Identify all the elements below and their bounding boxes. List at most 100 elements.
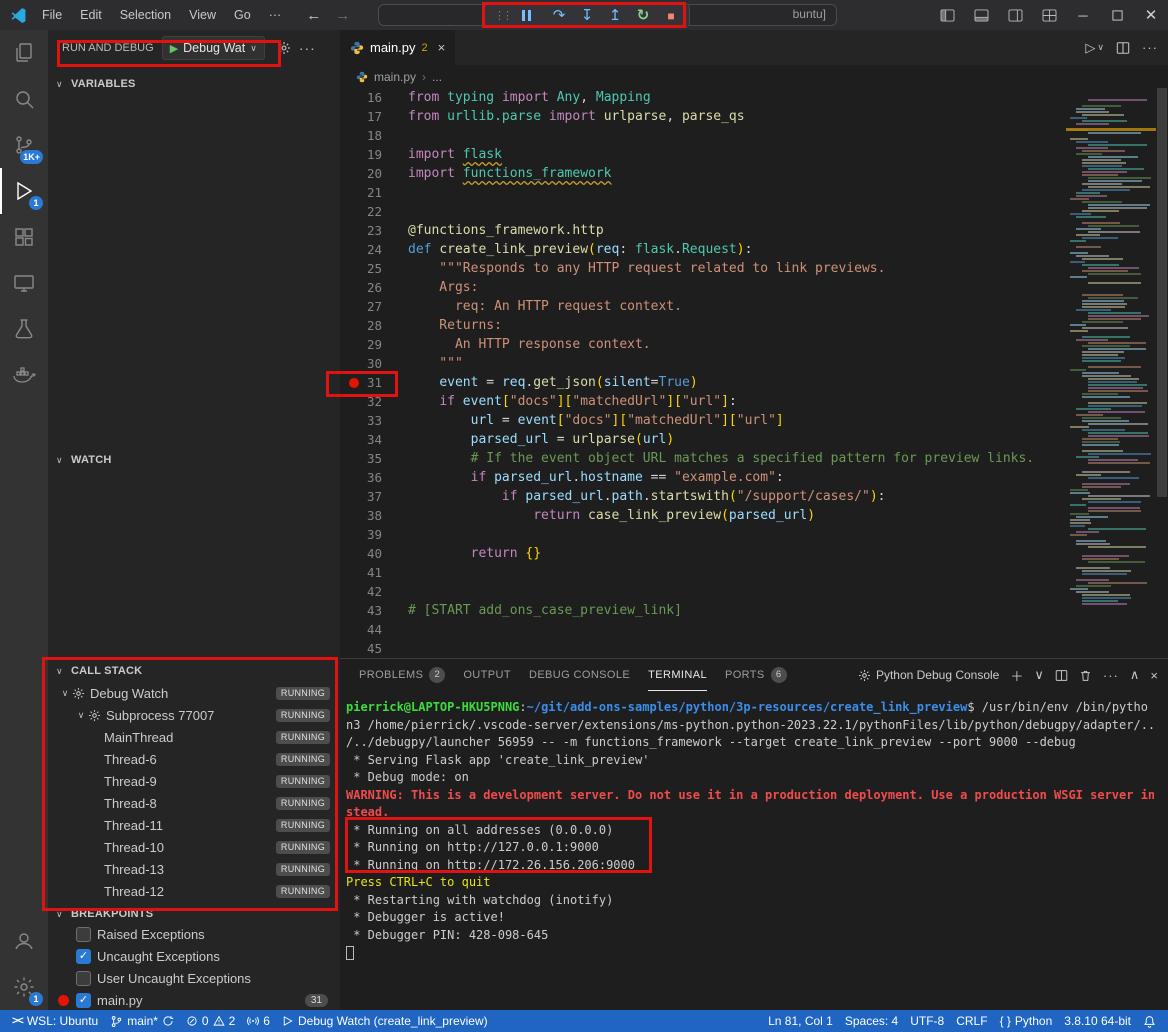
- activity-docker[interactable]: [0, 352, 48, 398]
- code-text[interactable]: """: [408, 354, 463, 373]
- restart-icon[interactable]: ↻: [634, 5, 652, 27]
- gutter[interactable]: 27: [340, 297, 408, 316]
- checkbox[interactable]: [76, 971, 91, 986]
- gutter[interactable]: 29: [340, 335, 408, 354]
- split-editor-icon[interactable]: [1116, 41, 1130, 55]
- gutter[interactable]: 24: [340, 240, 408, 259]
- terminal-output[interactable]: pierrick@LAPTOP-HKU5PNNG:~/git/add-ons-s…: [346, 699, 1154, 1010]
- chevron-down-icon[interactable]: ∨: [74, 710, 88, 721]
- call-stack-row[interactable]: Thread-10RUNNING: [48, 836, 340, 858]
- call-stack-row[interactable]: Thread-9RUNNING: [48, 770, 340, 792]
- breadcrumb-file[interactable]: main.py: [374, 70, 416, 84]
- gutter[interactable]: 43: [340, 601, 408, 620]
- gutter[interactable]: 41: [340, 563, 408, 582]
- maximize-panel-icon[interactable]: ∧: [1130, 667, 1140, 683]
- gutter[interactable]: 37: [340, 487, 408, 506]
- call-stack-row[interactable]: MainThreadRUNNING: [48, 726, 340, 748]
- gutter[interactable]: 25: [340, 259, 408, 278]
- cursor-position[interactable]: Ln 81, Col 1: [762, 1010, 839, 1032]
- code-text[interactable]: parsed_url = urlparse(url): [408, 430, 674, 449]
- python-interpreter[interactable]: 3.8.10 64-bit: [1058, 1010, 1137, 1032]
- problems-indicator[interactable]: 0 2: [180, 1010, 241, 1032]
- breakpoint-row[interactable]: ✓main.py31: [48, 989, 340, 1010]
- gutter[interactable]: 28: [340, 316, 408, 335]
- split-terminal-icon[interactable]: [1055, 669, 1068, 682]
- menu-item-go[interactable]: Go: [225, 0, 260, 30]
- pause-icon[interactable]: [522, 5, 540, 27]
- panel-tab-ports[interactable]: PORTS6: [725, 660, 787, 691]
- call-stack-row[interactable]: Thread-11RUNNING: [48, 814, 340, 836]
- call-stack-row[interactable]: Thread-8RUNNING: [48, 792, 340, 814]
- section-watch[interactable]: ∨ WATCH: [48, 449, 340, 471]
- minimize-icon[interactable]: ─: [1066, 0, 1100, 30]
- gutter[interactable]: 42: [340, 582, 408, 601]
- notifications-bell[interactable]: [1137, 1010, 1162, 1032]
- activity-testing[interactable]: [0, 306, 48, 352]
- indentation-indicator[interactable]: Spaces: 4: [839, 1010, 904, 1032]
- breakpoint-dot[interactable]: [349, 378, 359, 388]
- toggle-sidebar-icon[interactable]: [930, 0, 964, 30]
- command-center[interactable]: buntu] ⋮⋮ ↷ ↧ ↥ ↻ ■: [378, 4, 837, 26]
- code-text[interactable]: if parsed_url.hostname == "example.com":: [408, 468, 784, 487]
- gutter[interactable]: 19: [340, 145, 408, 164]
- customize-layout-icon[interactable]: [1032, 0, 1066, 30]
- code-text[interactable]: # If the event object URL matches a spec…: [408, 449, 1034, 468]
- activity-search[interactable]: [0, 76, 48, 122]
- code-text[interactable]: # [START add_ons_case_preview_link]: [408, 601, 682, 620]
- code-text[interactable]: @functions_framework.http: [408, 221, 604, 240]
- forward-arrow-icon[interactable]: →: [335, 7, 350, 24]
- git-branch-indicator[interactable]: main*: [104, 1010, 180, 1032]
- gutter[interactable]: 40: [340, 544, 408, 563]
- editor-more-actions-icon[interactable]: ···: [1142, 40, 1158, 55]
- call-stack-row[interactable]: Thread-13RUNNING: [48, 858, 340, 880]
- new-terminal-icon[interactable]: ＋: [1010, 666, 1023, 685]
- section-call-stack[interactable]: ∨ CALL STACK: [48, 660, 340, 682]
- call-stack-row[interactable]: ∨Debug WatchRUNNING: [48, 682, 340, 704]
- gutter[interactable]: 30: [340, 354, 408, 373]
- panel-tab-debug-console[interactable]: DEBUG CONSOLE: [529, 660, 630, 691]
- gutter[interactable]: 33: [340, 411, 408, 430]
- call-stack-row[interactable]: ∨Subprocess 77007RUNNING: [48, 704, 340, 726]
- call-stack-row[interactable]: Thread-12RUNNING: [48, 880, 340, 902]
- menu-item-edit[interactable]: Edit: [71, 0, 111, 30]
- step-into-icon[interactable]: ↧: [578, 5, 596, 27]
- code-text[interactable]: from typing import Any, Mapping: [408, 88, 651, 107]
- code-text[interactable]: import functions_framework: [408, 164, 612, 183]
- menu-item-selection[interactable]: Selection: [111, 0, 180, 30]
- encoding-indicator[interactable]: UTF-8: [904, 1010, 950, 1032]
- more-actions-icon[interactable]: ···: [299, 40, 316, 56]
- code-text[interactable]: if parsed_url.path.startswith("/support/…: [408, 487, 885, 506]
- close-panel-icon[interactable]: ×: [1150, 668, 1158, 683]
- code-text[interactable]: import flask: [408, 145, 502, 164]
- breakpoint-row[interactable]: Raised Exceptions: [48, 923, 340, 945]
- kill-terminal-icon[interactable]: [1079, 669, 1092, 682]
- activity-explorer[interactable]: [0, 30, 48, 76]
- code-text[interactable]: url = event["docs"]["matchedUrl"]["url"]: [408, 411, 784, 430]
- remote-indicator[interactable]: >< WSL: Ubuntu: [6, 1010, 104, 1032]
- code-text[interactable]: event = req.get_json(silent=True): [408, 373, 698, 392]
- minimap[interactable]: [1066, 90, 1156, 658]
- drag-handle-icon[interactable]: ⋮⋮: [494, 9, 510, 22]
- panel-tab-terminal[interactable]: TERMINAL: [648, 660, 707, 691]
- code-text[interactable]: return case_link_preview(parsed_url): [408, 506, 815, 525]
- terminal-dropdown-icon[interactable]: ∨: [1034, 667, 1044, 683]
- tab-main-py[interactable]: main.py 2 ×: [340, 30, 455, 65]
- gutter[interactable]: 20: [340, 164, 408, 183]
- panel-tab-output[interactable]: OUTPUT: [463, 660, 511, 691]
- code-text[interactable]: if event["docs"]["matchedUrl"]["url"]:: [408, 392, 737, 411]
- code-text[interactable]: return {}: [408, 544, 541, 563]
- gutter[interactable]: 22: [340, 202, 408, 221]
- gutter[interactable]: 36: [340, 468, 408, 487]
- code-text[interactable]: An HTTP response context.: [408, 335, 651, 354]
- tab-close-icon[interactable]: ×: [438, 40, 446, 55]
- step-out-icon[interactable]: ↥: [606, 5, 624, 27]
- gutter[interactable]: 45: [340, 639, 408, 658]
- call-stack-row[interactable]: Thread-6RUNNING: [48, 748, 340, 770]
- start-debug-icon[interactable]: ▶: [170, 42, 178, 55]
- gutter[interactable]: 31: [340, 373, 408, 392]
- maximize-icon[interactable]: [1100, 0, 1134, 30]
- activity-extensions[interactable]: [0, 214, 48, 260]
- panel-more-actions-icon[interactable]: ···: [1103, 668, 1119, 683]
- debug-config-dropdown[interactable]: ▶ Debug Wat ∨: [162, 36, 265, 60]
- chevron-down-icon[interactable]: ∨: [58, 688, 72, 699]
